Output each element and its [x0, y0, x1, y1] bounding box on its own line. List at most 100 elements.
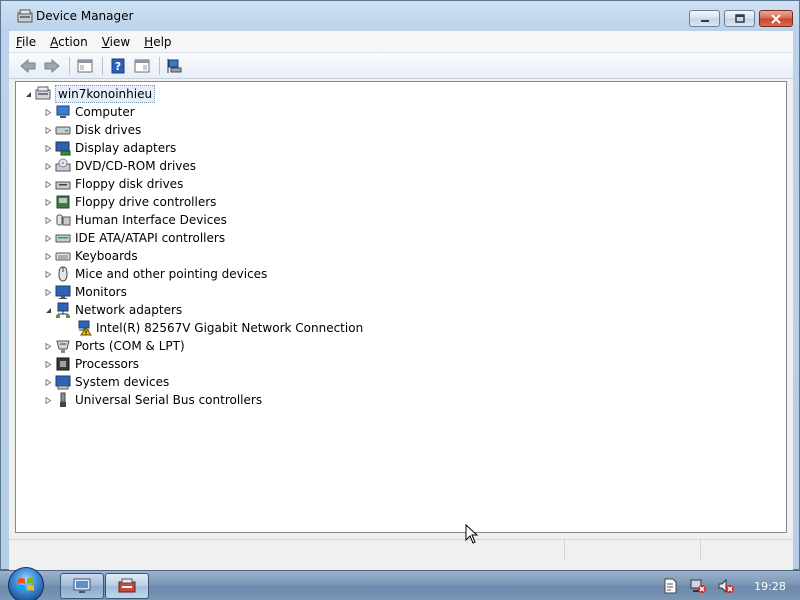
tree-category-row[interactable]: Mice and other pointing devices [44, 265, 267, 283]
menu-view-label: iew [109, 34, 131, 49]
tree-category-row[interactable]: Computer [44, 103, 135, 121]
menu-help-accel: H [144, 34, 154, 49]
forward-button[interactable] [41, 55, 63, 77]
floppy-disk-icon [55, 181, 71, 190]
network-disconnected-icon[interactable] [690, 578, 706, 594]
expand-icon[interactable] [44, 378, 53, 387]
expand-icon[interactable] [44, 144, 53, 153]
dvd-drive-icon [55, 158, 71, 172]
monitor-icon [55, 285, 71, 299]
minimize-icon [700, 19, 709, 22]
maximize-button[interactable] [724, 10, 755, 27]
tree-category-row[interactable]: Floppy drive controllers [44, 193, 216, 211]
processor-icon [56, 357, 70, 371]
back-arrow-icon [20, 58, 36, 73]
expand-icon[interactable] [44, 288, 53, 297]
back-button[interactable] [17, 55, 39, 77]
collapse-icon[interactable] [44, 306, 53, 315]
port-icon [56, 340, 70, 353]
taskbar-app-computer-management[interactable] [60, 573, 104, 599]
keyboard-icon [55, 252, 71, 261]
tree-category-row[interactable]: Network adapters [44, 301, 182, 319]
tree-device-row[interactable]: Intel(R) 82567V Gigabit Network Connecti… [74, 319, 363, 337]
tree-category-label: Floppy drive controllers [75, 195, 217, 209]
expand-icon[interactable] [44, 216, 53, 225]
tree-category-label: Ports (COM & LPT) [75, 339, 185, 353]
window-title: Device Manager [36, 9, 134, 23]
tree-category-label: Disk drives [75, 123, 142, 137]
close-button[interactable] [759, 10, 793, 27]
tree-category-row[interactable]: Display adapters [44, 139, 176, 157]
tree-category-label: System devices [75, 375, 170, 389]
tree-category-row[interactable]: Floppy disk drives [44, 175, 183, 193]
collapse-icon[interactable] [24, 90, 33, 99]
start-button[interactable] [8, 567, 44, 600]
expand-icon[interactable] [44, 108, 53, 117]
tree-category-label: Universal Serial Bus controllers [75, 393, 263, 407]
expand-icon[interactable] [44, 126, 53, 135]
forward-arrow-icon [44, 58, 60, 73]
show-hide-console-tree-button[interactable] [74, 55, 96, 77]
network-adapter-icon [56, 302, 70, 318]
action-center-icon[interactable] [662, 578, 678, 594]
mouse-pointer-icon [465, 524, 479, 544]
scan-hardware-button[interactable] [164, 55, 186, 77]
svg-text:?: ? [115, 60, 121, 73]
tree-category-row[interactable]: Universal Serial Bus controllers [44, 391, 262, 409]
clock[interactable]: 19:28 [740, 580, 800, 593]
system-device-icon [55, 375, 71, 390]
tree-category-label: DVD/CD-ROM drives [75, 159, 197, 173]
expand-icon[interactable] [44, 342, 53, 351]
tree-category-label: Monitors [75, 285, 127, 299]
root-computer-name: win7konoinhieu [55, 85, 156, 103]
tree-category-row[interactable]: IDE ATA/ATAPI controllers [44, 229, 225, 247]
expand-icon[interactable] [44, 252, 53, 261]
tree-category-row[interactable]: DVD/CD-ROM drives [44, 157, 196, 175]
title-bar[interactable]: Device Manager [1, 1, 799, 31]
tree-category-row[interactable]: Processors [44, 355, 139, 373]
tree-root[interactable]: win7konoinhieu [24, 85, 156, 103]
expand-icon[interactable] [44, 180, 53, 189]
expand-icon[interactable] [44, 162, 53, 171]
device-manager-app-icon [17, 9, 33, 23]
expand-icon[interactable] [44, 360, 53, 369]
tree-category-row[interactable]: Keyboards [44, 247, 138, 265]
menu-view[interactable]: View [95, 35, 137, 49]
expand-icon[interactable] [44, 198, 53, 207]
menu-file-label: ile [22, 34, 37, 49]
taskbar-app-device-manager[interactable] [105, 573, 149, 599]
tree-category-label: Keyboards [75, 249, 138, 263]
menu-action[interactable]: Action [43, 35, 95, 49]
computer-management-icon [73, 578, 91, 593]
help-icon: ? [111, 58, 125, 73]
menu-bar: File Action View Help [9, 31, 793, 53]
menu-help[interactable]: Help [137, 35, 178, 49]
tree-category-row[interactable]: Disk drives [44, 121, 141, 139]
properties-icon [134, 59, 150, 72]
minimize-button[interactable] [689, 10, 720, 27]
display-adapter-icon [55, 141, 71, 156]
hid-icon [56, 214, 71, 226]
expand-icon[interactable] [44, 234, 53, 243]
volume-muted-icon[interactable] [718, 578, 734, 594]
tree-category-label: Floppy disk drives [75, 177, 184, 191]
device-tree[interactable]: win7konoinhieu Computer Disk drives Displa… [15, 81, 787, 533]
tree-category-label: Processors [75, 357, 140, 371]
tree-category-row[interactable]: System devices [44, 373, 169, 391]
floppy-controller-icon [56, 195, 70, 209]
tree-category-row[interactable]: Ports (COM & LPT) [44, 337, 185, 355]
menu-file[interactable]: File [9, 35, 43, 49]
tree-category-label: Mice and other pointing devices [75, 267, 268, 281]
disk-drive-icon [55, 126, 71, 135]
expand-icon[interactable] [44, 270, 53, 279]
tree-category-row[interactable]: Human Interface Devices [44, 211, 227, 229]
mouse-icon [58, 266, 68, 282]
menu-help-label: elp [153, 34, 172, 49]
tree-category-row[interactable]: Monitors [44, 283, 127, 301]
caption-buttons [685, 10, 793, 27]
ide-controller-icon [55, 234, 71, 243]
properties-button[interactable] [131, 55, 153, 77]
help-button[interactable]: ? [107, 55, 129, 77]
expand-icon[interactable] [44, 396, 53, 405]
scan-hardware-icon [167, 58, 182, 73]
